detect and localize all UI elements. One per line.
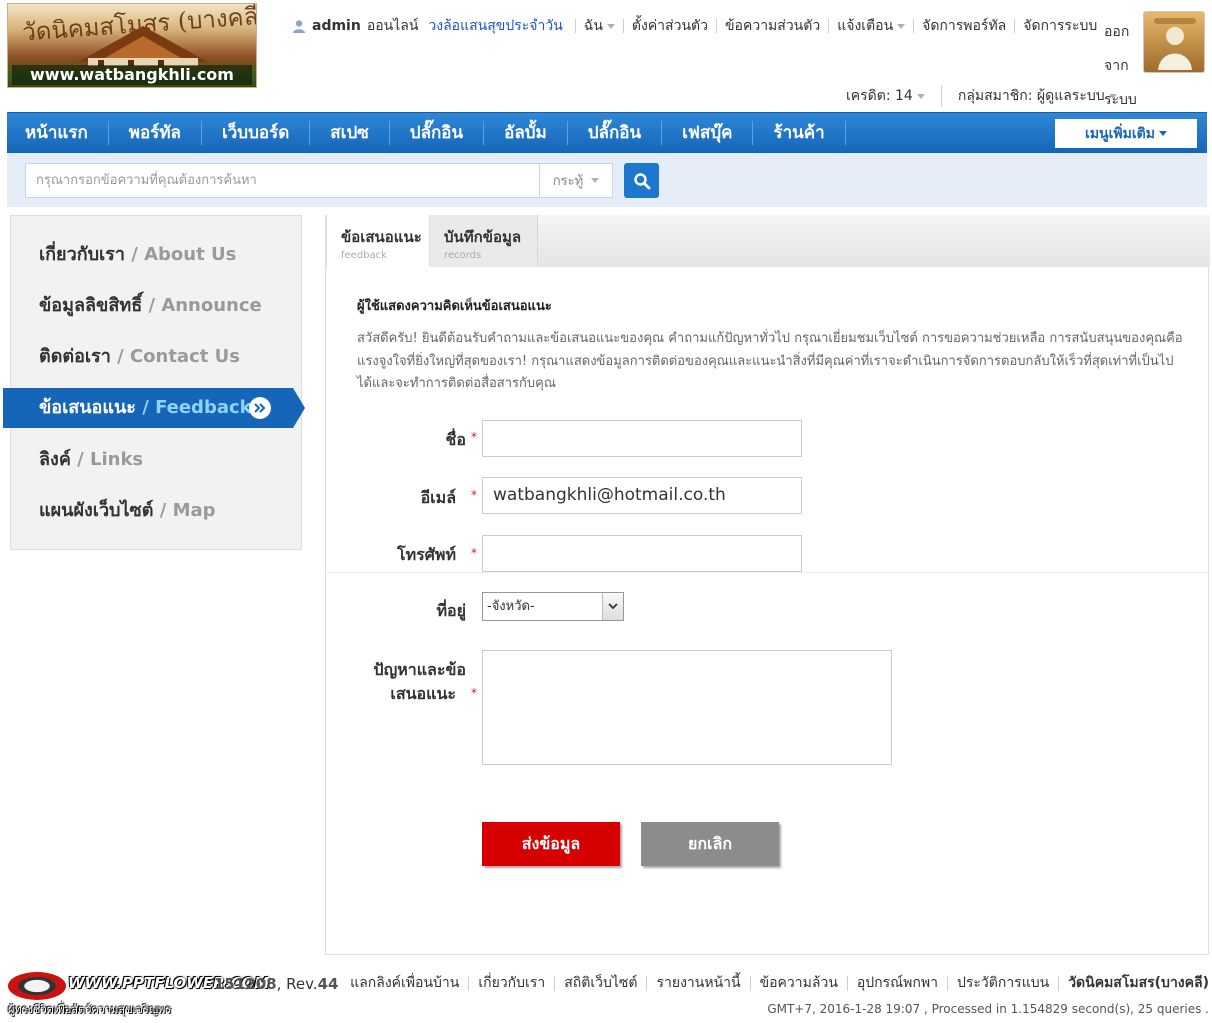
toolbar-me[interactable]: ฉัน: [574, 19, 623, 33]
main-nav: หน้าแรก พอร์ทัล เว็บบอร์ด สเปซ ปลั๊กอิน …: [7, 112, 1207, 153]
chevron-down-icon: [1158, 131, 1167, 136]
phone-label: โทรศัพท์: [397, 545, 456, 564]
nav-facebook[interactable]: เฟสบุ๊ค: [662, 121, 754, 145]
chevron-down-icon: [602, 593, 623, 620]
chevron-down-icon: [591, 178, 600, 183]
search-bar: กรุณากรอกข้อความที่คุณต้องการค้นหา กระทู…: [7, 153, 1207, 207]
temple-logo-icon: [78, 26, 208, 66]
province-select[interactable]: -จังหวัด-: [482, 592, 624, 621]
footer-link-mobile[interactable]: อุปกรณ์พกพา: [846, 976, 947, 991]
toolbar-settings[interactable]: ตั้งค่าส่วนตัว: [622, 19, 716, 33]
footer-logo[interactable]: WWW.PPTFLOWER.COM ผู้ทรงชีวิตเพื่อสัตว์ค…: [8, 970, 269, 1018]
email-field[interactable]: watbangkhli@hotmail.co.th: [482, 477, 802, 514]
online-status: ออนไลน์: [366, 18, 419, 34]
username-link[interactable]: admin: [312, 18, 361, 34]
chevron-down-icon: [897, 23, 906, 29]
member-group-dropdown[interactable]: กลุ่มสมาชิก: ผู้ดูแลระบบ: [940, 85, 1133, 107]
more-menu-button[interactable]: เมนูเพิ่มเติม: [1055, 119, 1197, 148]
chevron-down-icon: [606, 23, 615, 29]
phone-field[interactable]: [482, 535, 802, 572]
feedback-panel: ข้อเสนอแนะ feedback บันทึกข้อมูล records…: [325, 215, 1210, 955]
search-button[interactable]: [624, 163, 659, 198]
sidebar-item-about[interactable]: เกี่ยวกับเรา / About Us: [11, 235, 301, 275]
submit-button[interactable]: ส่งข้อมูล: [482, 822, 620, 866]
nav-plugin[interactable]: ปลั๊กอิน: [390, 121, 485, 145]
toolbar-system-admin[interactable]: จัดการระบบ: [1014, 19, 1105, 33]
required-mark: *: [471, 488, 477, 502]
tab-feedback[interactable]: ข้อเสนอแนะ feedback: [326, 215, 430, 267]
search-input[interactable]: กรุณากรอกข้อความที่คุณต้องการค้นหา: [25, 163, 539, 198]
site-logo[interactable]: วัดนิคมสโมสร (บางคลี) www.watbangkhli.co…: [7, 3, 257, 88]
avatar[interactable]: [1143, 11, 1205, 73]
footer-processed-info: GMT+7, 2016-1-28 19:07 , Processed in 1.…: [767, 1002, 1209, 1016]
toolbar-portal-admin[interactable]: จัดการพอร์ทัล: [913, 19, 1014, 33]
nav-portal[interactable]: พอร์ทัล: [109, 121, 202, 145]
search-type-select[interactable]: กระทู้: [539, 163, 613, 198]
footer-link-exchange[interactable]: แลกลิงค์เพื่อนบ้าน: [341, 976, 468, 991]
sidebar-item-feedback[interactable]: ข้อเสนอแนะ / Feedback: [3, 388, 305, 428]
problem-label: ปัญหาและข้อ เสนอแนะ: [373, 660, 466, 703]
daily-wheel-link[interactable]: วงล้อแสนสุขประจำวัน: [428, 15, 562, 37]
footer-site-name[interactable]: วัดนิคมสโมสร(บางคลี): [1058, 976, 1209, 991]
credit-dropdown[interactable]: เครดิต: 14: [846, 85, 941, 107]
nav-album[interactable]: อัลบั้ม: [484, 121, 568, 145]
name-label: ชื่อ: [445, 430, 466, 449]
footer-link-about[interactable]: เกี่ยวกับเรา: [468, 976, 554, 991]
chevron-down-icon: [1108, 93, 1117, 99]
feedback-textarea[interactable]: [482, 650, 892, 765]
user-toolbar: admin ออนไลน์ วงล้อแสนสุขประจำวัน ฉัน ตั…: [292, 15, 1105, 37]
sidebar-item-contact[interactable]: ติดต่อเรา / Contact Us: [11, 337, 301, 377]
nav-home[interactable]: หน้าแรก: [7, 121, 109, 145]
required-mark: *: [471, 686, 477, 700]
nav-plugin-2[interactable]: ปลั๊กอิน: [568, 121, 663, 145]
cancel-button[interactable]: ยกเลิก: [641, 822, 779, 866]
address-label: ที่อยู่: [436, 601, 466, 620]
double-chevron-right-icon: [249, 397, 271, 419]
sidebar-item-sitemap[interactable]: แผนผังเว็บไซต์ / Map: [11, 491, 301, 531]
footer-link-ban-history[interactable]: ประวัติการแบน: [946, 976, 1058, 991]
name-field[interactable]: [482, 420, 802, 457]
nav-shop[interactable]: ร้านค้า: [753, 121, 846, 145]
footer-links: แลกลิงค์เพื่อนบ้าน เกี่ยวกับเรา สถิติเว็…: [341, 976, 1209, 991]
nav-forum[interactable]: เว็บบอร์ด: [202, 121, 311, 145]
form-intro: สวัสดีครับ! ยินดีต้อนรับคำถามและข้อเสนอแ…: [357, 331, 1183, 391]
footer-link-plaintext[interactable]: ข้อความล้วน: [749, 976, 847, 991]
monk-avatar-icon: [1154, 18, 1196, 70]
footer-link-stats[interactable]: สถิติเว็บไซต์: [554, 976, 646, 991]
toolbar-messages[interactable]: ข้อความส่วนตัว: [715, 19, 828, 33]
required-mark: *: [471, 430, 477, 444]
toolbar-notifications[interactable]: แจ้งเตือน: [828, 19, 913, 33]
nav-space[interactable]: สเปซ: [310, 121, 390, 145]
tab-records[interactable]: บันทึกข้อมูล records: [430, 215, 538, 267]
form-title: ผู้ใช้แสดงความคิดเห็นข้อเสนอแนะ: [357, 299, 552, 314]
tabs-strip: ข้อเสนอแนะ feedback บันทึกข้อมูล records: [326, 215, 1210, 267]
footer-version: 151208, Rev.44: [214, 975, 339, 993]
divider: [326, 572, 1208, 573]
chevron-down-icon: [916, 93, 925, 99]
search-icon: [633, 172, 650, 189]
required-mark: *: [471, 546, 477, 560]
footer-link-report[interactable]: รายงานหน้านี้: [646, 976, 749, 991]
sidebar-item-links[interactable]: ลิงค์ / Links: [11, 440, 301, 480]
sidebar-item-announce[interactable]: ข้อมูลลิขสิทธิ์ / Announce: [11, 286, 301, 326]
email-label: อีเมล์: [420, 488, 456, 507]
credit-bar: เครดิต: 14 กลุ่มสมาชิก: ผู้ดูแลระบบ: [846, 85, 1133, 107]
sidebar: เกี่ยวกับเรา / About Us ข้อมูลลิขสิทธิ์ …: [3, 215, 305, 550]
footer-emblem-icon: [8, 972, 66, 1000]
logo-url-text: www.watbangkhli.com: [12, 65, 252, 85]
user-icon: [293, 20, 305, 33]
